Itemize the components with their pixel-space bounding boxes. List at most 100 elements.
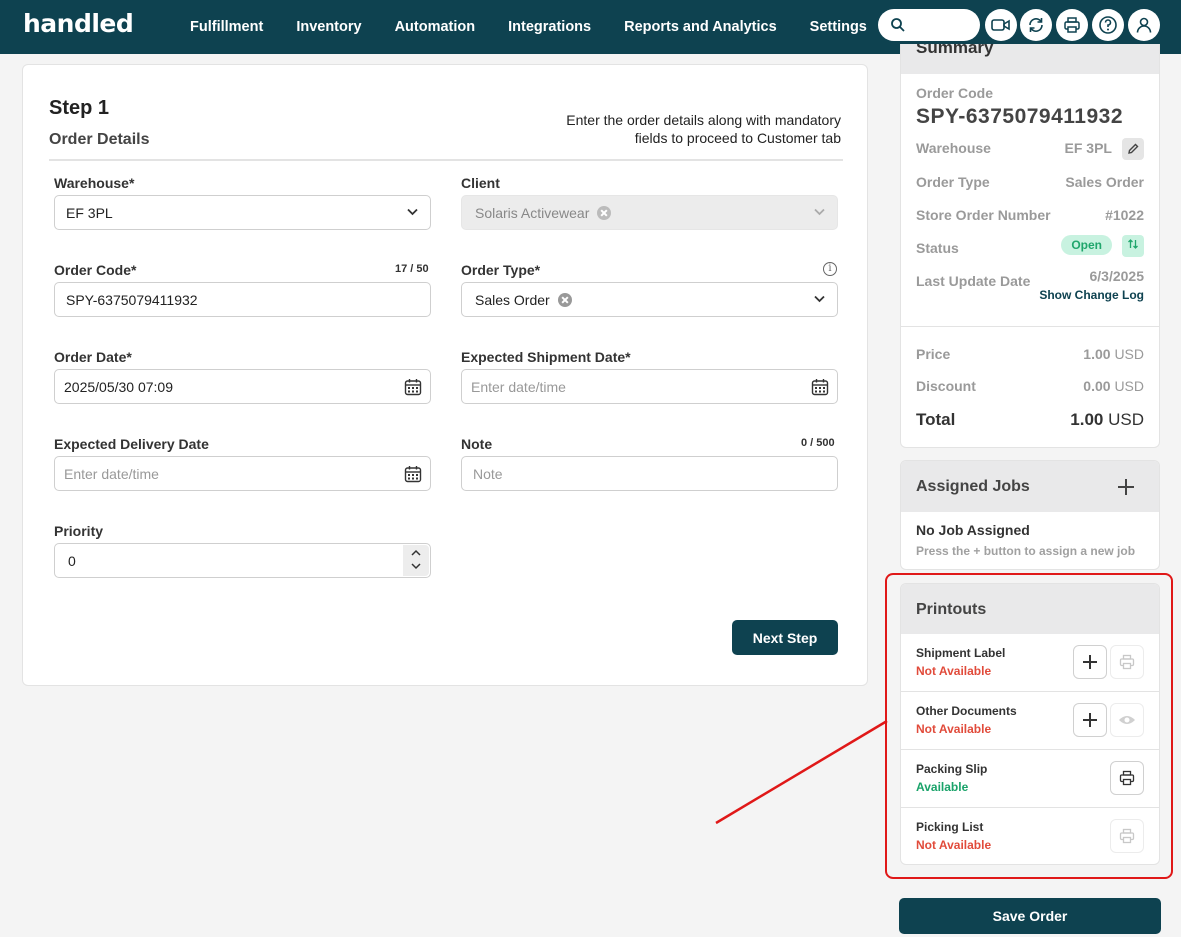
nav-settings[interactable]: Settings — [810, 19, 867, 35]
divider — [901, 326, 1159, 327]
save-order-button[interactable]: Save Order — [899, 898, 1161, 934]
nav-fulfillment[interactable]: Fulfillment — [190, 19, 263, 35]
order-code-input[interactable]: SPY-6375079411932 — [54, 282, 431, 317]
summary-card: Summary Order Code SPY-6375079411932 War… — [900, 44, 1160, 448]
total-value: 1.00 USD — [1070, 410, 1144, 430]
calendar-icon[interactable] — [404, 465, 422, 483]
summary-header: Summary — [901, 44, 1159, 74]
warehouse-label: Warehouse — [916, 140, 991, 156]
currency: USD — [1114, 378, 1144, 394]
order-date-input[interactable]: 2025/05/30 07:09 — [54, 369, 431, 404]
expected-shipment-date-label: Expected Shipment Date* — [461, 349, 631, 365]
no-job-hint: Press the + button to assign a new job — [916, 544, 1136, 558]
order-date-value: 2025/05/30 07:09 — [64, 378, 173, 395]
warehouse-select[interactable]: EF 3PL — [54, 195, 431, 230]
warehouse-label: Warehouse* — [54, 175, 135, 191]
expected-delivery-date-placeholder: Enter date/time — [64, 465, 159, 482]
no-job-title: No Job Assigned — [916, 522, 1030, 538]
note-counter: 0 / 500 — [801, 437, 835, 449]
instruction-line: fields to proceed to Customer tab — [634, 130, 841, 146]
nav-integrations[interactable]: Integrations — [508, 19, 591, 35]
note-label: Note — [461, 436, 493, 452]
show-change-log-link[interactable]: Show Change Log — [1039, 288, 1144, 302]
nav-reports-and-analytics[interactable]: Reports and Analytics — [624, 19, 777, 35]
last-update-value: 6/3/2025 — [1089, 268, 1145, 284]
video-button[interactable] — [985, 9, 1017, 41]
order-type-value: Sales Order — [475, 291, 550, 308]
status-label: Status — [916, 240, 959, 256]
order-details-card: Step 1 Order Details Enter the order det… — [22, 64, 868, 686]
print-button[interactable] — [1056, 9, 1088, 41]
store-order-number-value: #1022 — [1105, 207, 1144, 223]
order-code-counter: 17 / 50 — [395, 263, 429, 275]
instruction-line: Enter the order details along with manda… — [566, 112, 841, 128]
priority-label: Priority — [54, 523, 104, 539]
calendar-icon[interactable] — [404, 378, 422, 396]
assigned-jobs-title: Assigned Jobs — [916, 478, 1030, 495]
chevron-down-icon — [814, 208, 825, 216]
video-icon — [991, 19, 1010, 31]
summary-title: Summary — [916, 44, 994, 57]
currency: USD — [1108, 410, 1144, 429]
search-input[interactable] — [878, 9, 980, 41]
note-placeholder: Note — [473, 465, 503, 482]
expected-shipment-date-placeholder: Enter date/time — [471, 378, 566, 395]
next-step-button[interactable]: Next Step — [732, 620, 838, 655]
order-type-label: Order Type — [916, 174, 990, 190]
order-type-value: Sales Order — [1065, 174, 1144, 190]
info-icon[interactable]: i — [823, 262, 837, 276]
calendar-icon[interactable] — [811, 378, 829, 396]
order-code-label: Order Code* — [54, 262, 137, 278]
client-select: Solaris Activewear — [461, 195, 838, 230]
warehouse-value: EF 3PL — [1064, 140, 1112, 156]
store-order-number-label: Store Order Number — [916, 207, 1051, 223]
step-title: Step 1 — [49, 97, 110, 119]
price-label: Price — [916, 346, 951, 362]
total-label: Total — [916, 410, 956, 429]
assigned-jobs-header: Assigned Jobs — [901, 461, 1159, 512]
refresh-button[interactable] — [1020, 9, 1052, 41]
chevron-down-icon[interactable] — [411, 563, 421, 570]
client-label: Client — [461, 175, 500, 191]
assigned-jobs-card: Assigned Jobs No Job Assigned Press the … — [900, 460, 1160, 570]
expected-delivery-date-input[interactable]: Enter date/time — [54, 456, 431, 491]
client-value: Solaris Activewear — [475, 204, 590, 221]
expected-delivery-date-label: Expected Delivery Date — [54, 436, 209, 452]
warehouse-value: EF 3PL — [66, 204, 113, 221]
change-status-button[interactable] — [1122, 235, 1144, 257]
add-job-button[interactable] — [1117, 478, 1135, 496]
chevron-up-icon[interactable] — [411, 549, 421, 556]
highlight-annotation — [885, 573, 1173, 879]
priority-stepper[interactable]: 0 — [54, 543, 431, 578]
refresh-icon — [1029, 18, 1043, 32]
expected-shipment-date-input[interactable]: Enter date/time — [461, 369, 838, 404]
status-badge: Open — [1061, 235, 1112, 255]
order-type-label: Order Type* — [461, 262, 541, 278]
logo[interactable]: handled — [23, 9, 134, 38]
order-code-value: SPY-6375079411932 — [66, 291, 198, 308]
discount-label: Discount — [916, 378, 976, 394]
currency: USD — [1114, 346, 1144, 362]
stepper-arrows[interactable] — [403, 545, 429, 576]
note-input[interactable]: Note — [461, 456, 838, 491]
edit-warehouse-button[interactable] — [1122, 138, 1144, 160]
total-amount: 1.00 — [1070, 410, 1104, 429]
price-value: 1.00 USD — [1083, 346, 1144, 362]
clear-icon[interactable] — [557, 292, 572, 307]
nav-inventory[interactable]: Inventory — [296, 19, 361, 35]
clear-icon — [597, 205, 612, 220]
swap-icon — [1128, 239, 1138, 249]
summary-order-code: SPY-6375079411932 — [916, 105, 1124, 128]
order-type-select[interactable]: Sales Order — [461, 282, 838, 317]
pencil-icon — [1128, 143, 1139, 154]
chevron-down-icon — [814, 295, 825, 303]
help-icon — [1099, 16, 1117, 34]
main-nav: Fulfillment Inventory Automation Integra… — [190, 0, 867, 54]
section-title: Order Details — [49, 131, 150, 148]
search-icon — [891, 18, 905, 32]
order-code-label: Order Code — [916, 85, 994, 101]
user-icon — [1136, 17, 1152, 33]
nav-automation[interactable]: Automation — [395, 19, 476, 35]
user-button[interactable] — [1128, 9, 1160, 41]
help-button[interactable] — [1092, 9, 1124, 41]
